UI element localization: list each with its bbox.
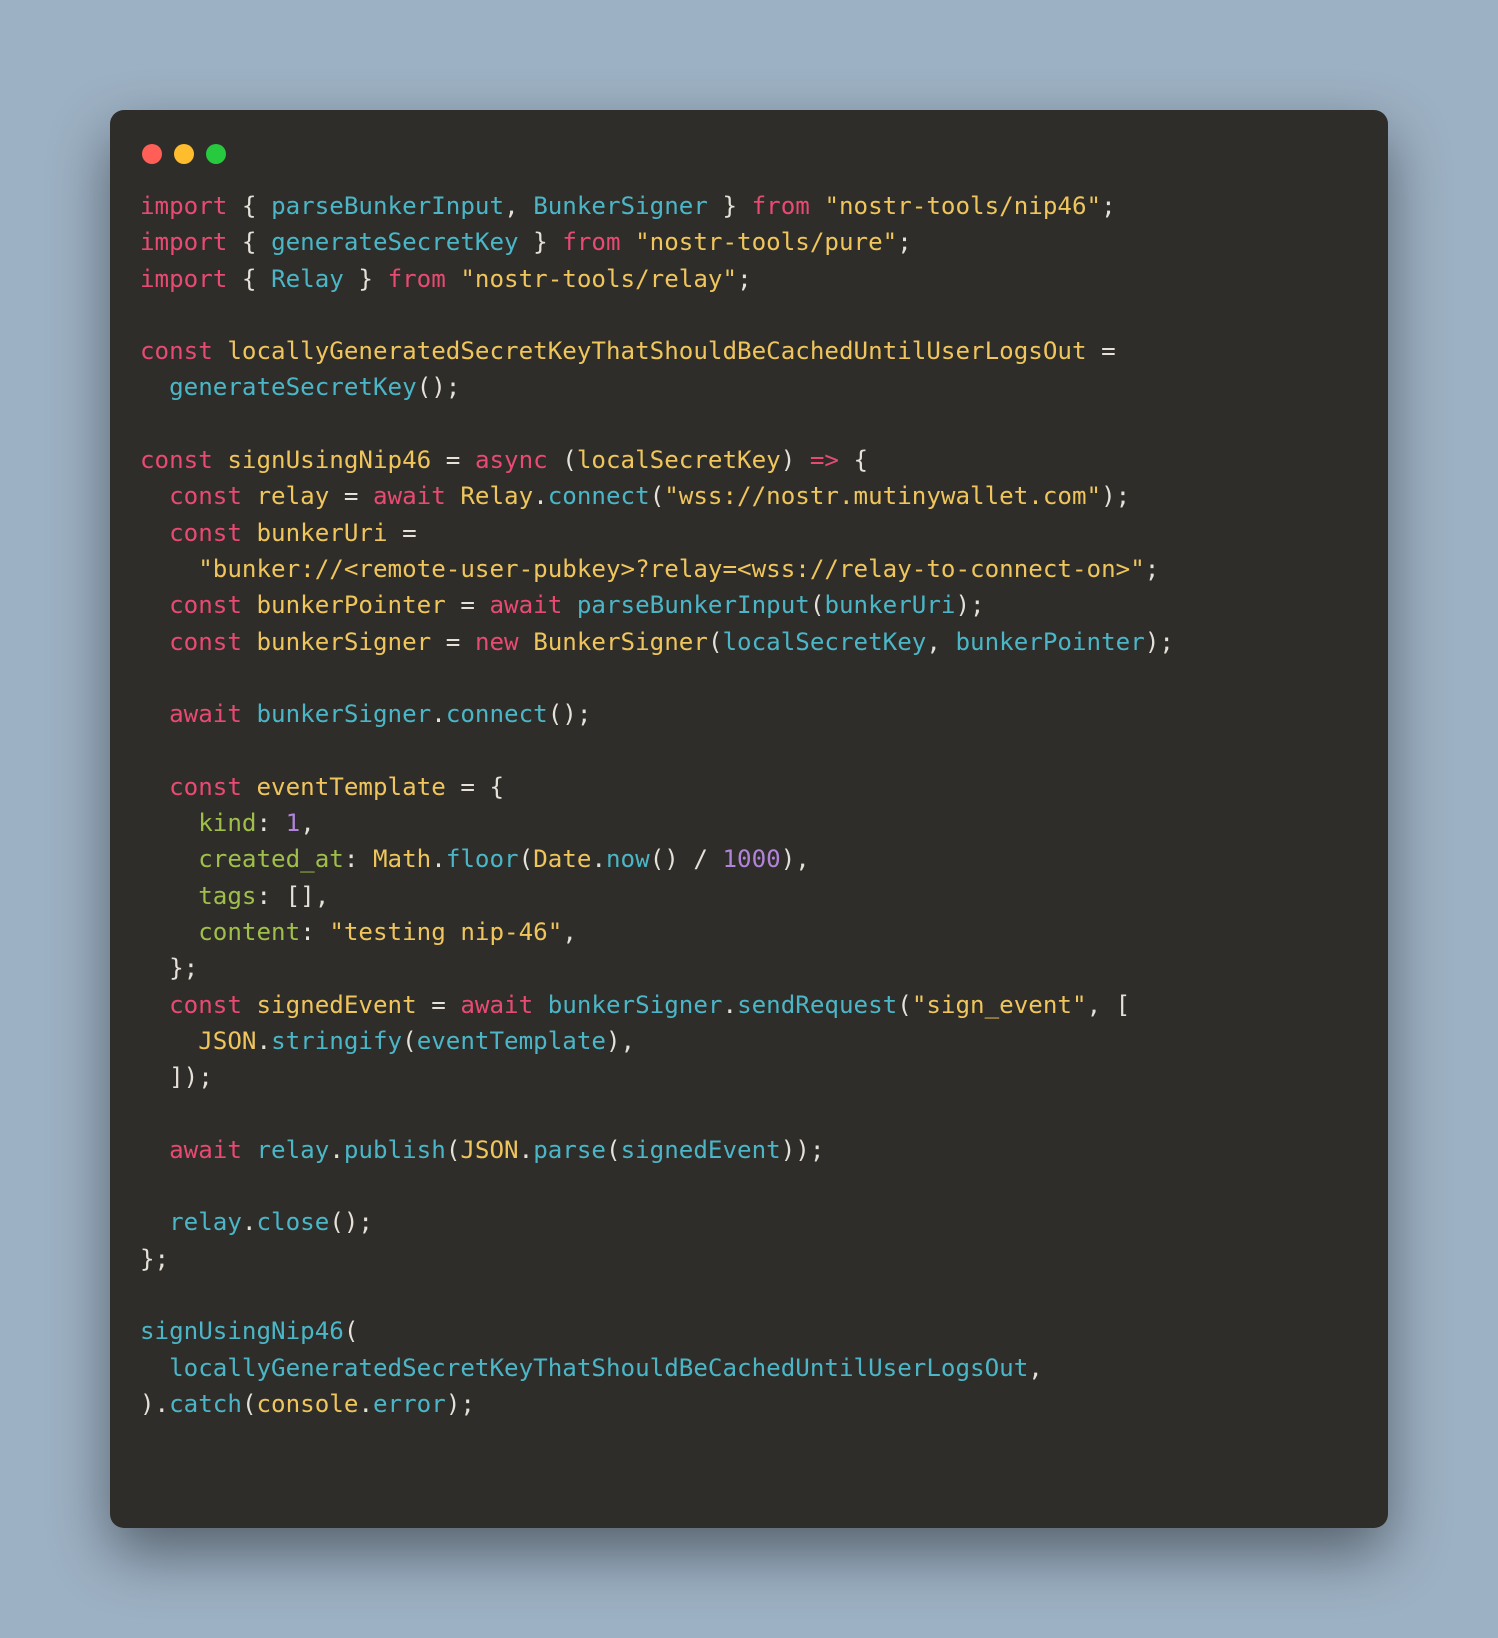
method-call: connect (548, 482, 650, 510)
function-call: signUsingNip46 (140, 1317, 344, 1345)
keyword-const: const (140, 446, 213, 474)
object-ref: bunkerSigner (548, 991, 723, 1019)
keyword-await: await (169, 1136, 242, 1164)
keyword-import: import (140, 192, 227, 220)
string-literal: "bunker://<remote-user-pubkey>?relay=<ws… (198, 555, 1145, 583)
keyword-await: await (460, 991, 533, 1019)
import-name: generateSecretKey (271, 228, 519, 256)
variable-name: relay (257, 482, 330, 510)
keyword-from: from (388, 265, 446, 293)
keyword-const: const (169, 482, 242, 510)
keyword-const: const (169, 991, 242, 1019)
method-call: close (257, 1208, 330, 1236)
keyword-from: from (562, 228, 620, 256)
variable-name: eventTemplate (257, 773, 446, 801)
keyword-const: const (169, 591, 242, 619)
code-window: import { parseBunkerInput, BunkerSigner … (110, 110, 1388, 1528)
keyword-const: const (169, 519, 242, 547)
class-name: Relay (460, 482, 533, 510)
number-literal: 1 (286, 809, 301, 837)
number-literal: 1000 (723, 845, 781, 873)
builtin-json: JSON (460, 1136, 518, 1164)
method-call: now (606, 845, 650, 873)
window-titlebar (140, 140, 1358, 188)
method-call: floor (446, 845, 519, 873)
variable-name: bunkerPointer (257, 591, 446, 619)
variable-name: signedEvent (257, 991, 417, 1019)
argument: bunkerPointer (956, 628, 1145, 656)
parameter: localSecretKey (577, 446, 781, 474)
string-literal: "sign_event" (912, 991, 1087, 1019)
variable-name: bunkerSigner (257, 628, 432, 656)
import-name: Relay (271, 265, 344, 293)
keyword-new: new (475, 628, 519, 656)
builtin-console: console (257, 1390, 359, 1418)
object-ref: bunkerSigner (257, 700, 432, 728)
string-literal: "nostr-tools/pure" (635, 228, 897, 256)
keyword-await: await (169, 700, 242, 728)
keyword-const: const (140, 337, 213, 365)
property-key: content (198, 918, 300, 946)
keyword-import: import (140, 228, 227, 256)
import-name: parseBunkerInput (271, 192, 504, 220)
arrow: => (810, 446, 839, 474)
variable-name: bunkerUri (257, 519, 388, 547)
argument: localSecretKey (723, 628, 927, 656)
object-ref: relay (257, 1136, 330, 1164)
method-call: parse (533, 1136, 606, 1164)
maximize-icon[interactable] (206, 144, 226, 164)
keyword-import: import (140, 265, 227, 293)
builtin-math: Math (373, 845, 431, 873)
method-call: catch (169, 1390, 242, 1418)
keyword-from: from (752, 192, 810, 220)
keyword-async: async (475, 446, 548, 474)
keyword-await: await (490, 591, 563, 619)
variable-name: locallyGeneratedSecretKeyThatShouldBeCac… (227, 337, 1086, 365)
code-block: import { parseBunkerInput, BunkerSigner … (140, 188, 1358, 1422)
string-literal: "nostr-tools/nip46" (824, 192, 1101, 220)
string-literal: "nostr-tools/relay" (460, 265, 737, 293)
import-name: BunkerSigner (533, 192, 708, 220)
property-key: tags (198, 882, 256, 910)
builtin-json: JSON (198, 1027, 256, 1055)
property-ref: error (373, 1390, 446, 1418)
method-call: connect (446, 700, 548, 728)
close-icon[interactable] (142, 144, 162, 164)
string-literal: "wss://nostr.mutinywallet.com" (664, 482, 1101, 510)
argument: bunkerUri (824, 591, 955, 619)
method-call: publish (344, 1136, 446, 1164)
string-literal: "testing nip-46" (329, 918, 562, 946)
object-ref: relay (169, 1208, 242, 1236)
property-key: kind (198, 809, 256, 837)
minimize-icon[interactable] (174, 144, 194, 164)
builtin-date: Date (533, 845, 591, 873)
method-call: sendRequest (737, 991, 897, 1019)
class-name: BunkerSigner (533, 628, 708, 656)
argument: signedEvent (621, 1136, 781, 1164)
keyword-const: const (169, 628, 242, 656)
argument: locallyGeneratedSecretKeyThatShouldBeCac… (169, 1354, 1028, 1382)
function-call: parseBunkerInput (577, 591, 810, 619)
function-name: signUsingNip46 (227, 446, 431, 474)
keyword-await: await (373, 482, 446, 510)
argument: eventTemplate (417, 1027, 606, 1055)
keyword-const: const (169, 773, 242, 801)
method-call: stringify (271, 1027, 402, 1055)
function-call: generateSecretKey (169, 373, 417, 401)
property-key: created_at (198, 845, 344, 873)
